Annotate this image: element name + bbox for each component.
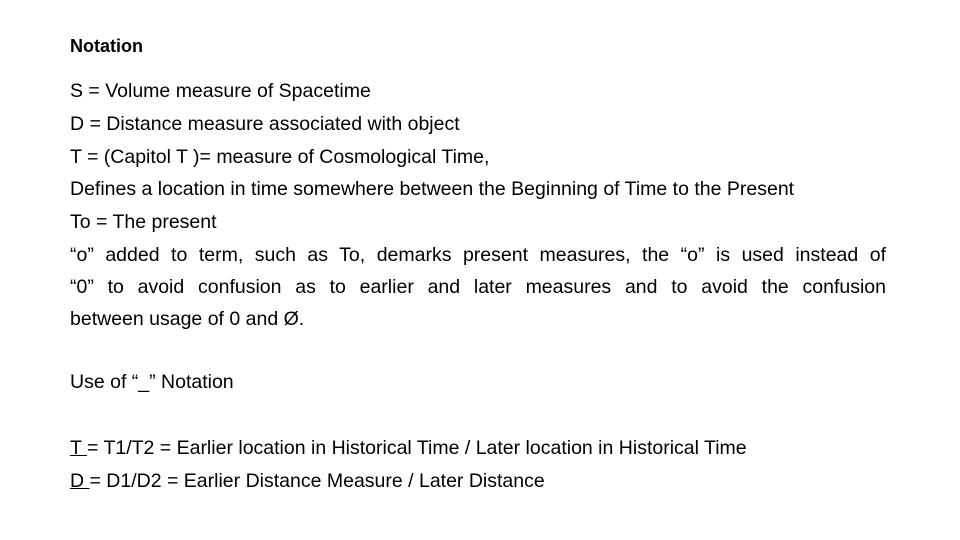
- paragraph-line-1: “o” added to term, such as To, demarks p…: [70, 244, 886, 266]
- definition-time-description: Defines a location in time somewhere bet…: [70, 178, 795, 200]
- definition-volume: S = Volume measure of Spacetime: [70, 80, 371, 102]
- ratio-symbol-t: T: [70, 437, 87, 459]
- notation-heading: Notation: [70, 36, 143, 56]
- definition-distance: D = Distance measure associated with obj…: [70, 113, 460, 135]
- ratio-definition-time: T = T1/T2 = Earlier location in Historic…: [70, 436, 747, 460]
- slide-content: Notation S = Volume measure of Spacetime…: [70, 0, 890, 540]
- ratio-definition-time-text: = T1/T2 = Earlier location in Historical…: [86, 437, 747, 459]
- ratio-symbol-d: D: [70, 470, 90, 492]
- underscore-notation-subheading: Use of “_” Notation: [70, 371, 234, 393]
- paragraph-line-2: “0” to avoid confusion as to earlier and…: [70, 276, 886, 298]
- ratio-definition-distance: D = D1/D2 = Earlier Distance Measure / L…: [70, 469, 545, 493]
- ratio-definition-distance-text: = D1/D2 = Earlier Distance Measure / Lat…: [89, 470, 545, 492]
- definition-time: T = (Capitol T )= measure of Cosmologica…: [70, 146, 490, 168]
- definition-present: To = The present: [70, 211, 217, 233]
- paragraph-line-3: between usage of 0 and Ø.: [70, 308, 305, 330]
